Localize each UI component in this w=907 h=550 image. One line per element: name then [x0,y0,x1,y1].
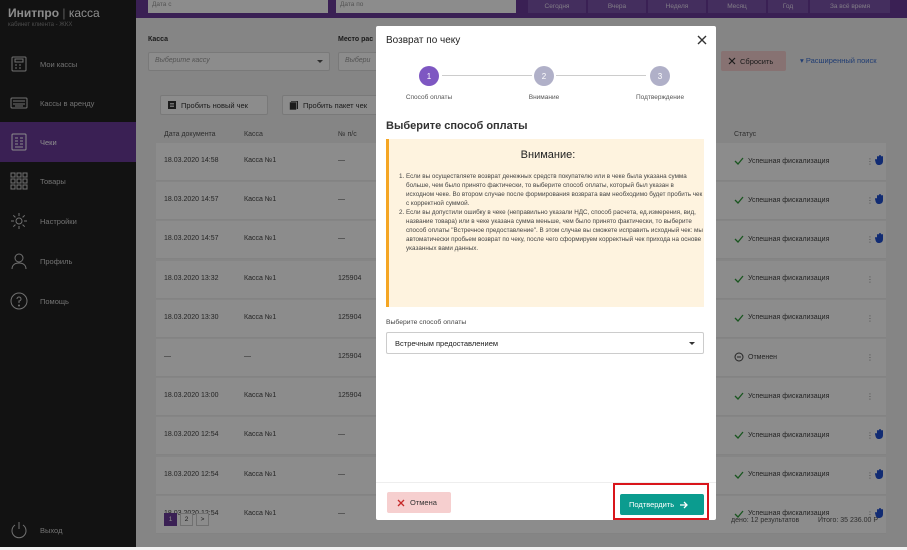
close-icon [397,499,405,506]
refund-modal: Возврат по чеку 1 2 3 Способ оплаты Вним… [376,26,716,520]
step-1-circle: 1 [419,66,439,86]
warning-title: Внимание: [520,149,576,161]
step-connector [556,75,646,76]
step-3-label: Подтверждение [635,94,685,101]
warning-item: Если вы осуществляете возврат денежных с… [406,172,703,208]
cancel-label: Отмена [410,498,437,507]
arrow-right-icon [680,501,689,508]
payment-method-select[interactable]: Встречным предоставлением [386,332,704,354]
warning-item: Если вы допустили ошибку в чеке (неправи… [406,208,703,253]
step-1-label: Способ оплаты [405,94,453,101]
modal-title: Возврат по чеку [386,35,461,46]
confirm-button[interactable]: Подтвердить [620,494,704,515]
payment-method-label: Выберите способ оплаты [386,319,467,326]
warning-list: Если вы осуществляете возврат денежных с… [397,172,703,253]
warning-box: Внимание: Если вы осуществляете возврат … [386,139,704,307]
step-connector [442,75,532,76]
chevron-down-icon [689,342,695,345]
step-3-circle: 3 [650,66,670,86]
step-2-circle: 2 [534,66,554,86]
section-title: Выберите способ оплаты [386,120,528,132]
step-2-label: Внимание [528,94,560,101]
confirm-label: Подтвердить [629,500,675,509]
payment-method-value: Встречным предоставлением [395,339,499,348]
close-icon[interactable] [696,34,708,46]
confirm-highlight: Подтвердить [613,483,709,520]
cancel-button[interactable]: Отмена [387,492,451,513]
